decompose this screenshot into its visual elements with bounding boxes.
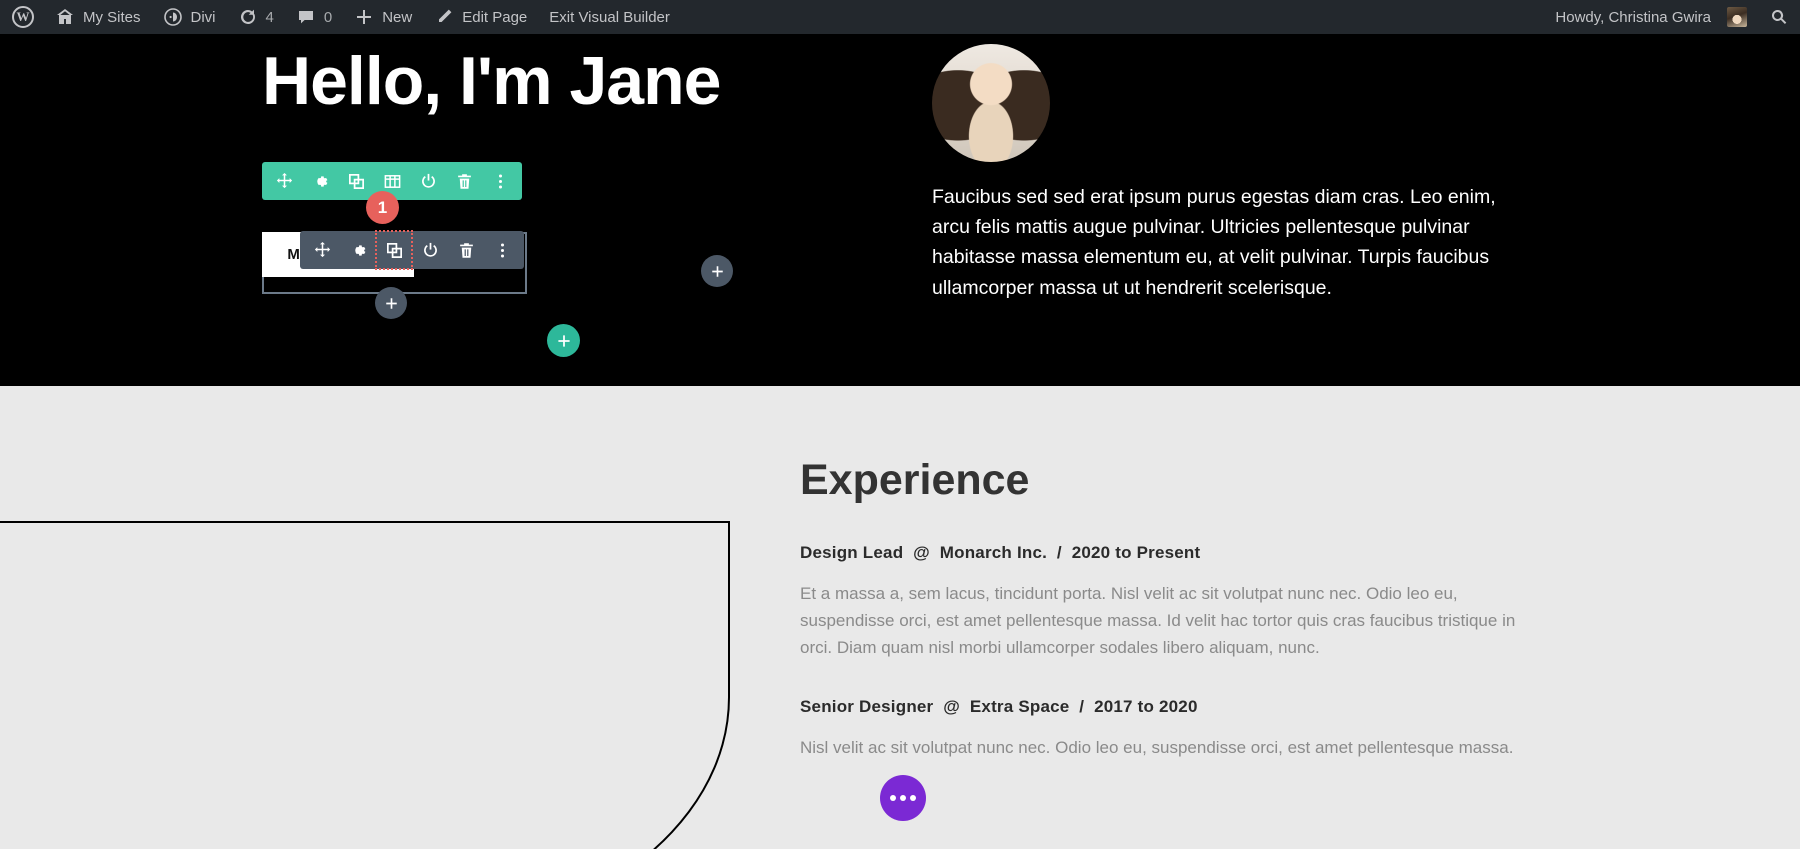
add-module-button[interactable] <box>375 287 407 319</box>
experience-entry-body: Nisl velit ac sit volutpat nunc nec. Odi… <box>800 738 1514 757</box>
decorative-outline-shape <box>0 521 730 849</box>
dot-icon <box>890 795 896 801</box>
revisions-count: 4 <box>265 8 274 26</box>
sites-icon <box>55 7 75 27</box>
adminbar-item-new[interactable]: New <box>343 0 423 34</box>
job-company: Extra Space <box>969 697 1070 716</box>
adminbar-label: Edit Page <box>462 8 528 26</box>
adminbar-item-divi[interactable]: Divi <box>152 0 227 34</box>
experience-entry-heading: Design Lead @ Monarch Inc. / 2020 to Pre… <box>800 543 1545 563</box>
adminbar-search-button[interactable] <box>1758 0 1800 34</box>
job-at-symbol: @ <box>913 543 930 562</box>
comment-icon <box>296 7 316 27</box>
add-row-button-gray[interactable] <box>701 255 733 287</box>
adminbar-my-account[interactable]: Howdy, Christina Gwira <box>1544 0 1758 34</box>
adminbar-item-revisions[interactable]: 4 <box>227 0 285 34</box>
divi-step-badge: 1 <box>366 191 399 224</box>
more-options-icon[interactable] <box>484 231 520 269</box>
duplicate-icon[interactable] <box>375 230 413 270</box>
dot-icon <box>900 795 906 801</box>
job-role: Senior Designer <box>800 697 934 716</box>
wp-admin-bar: My Sites Divi 4 0 New Edit Page Exit Vis… <box>0 0 1800 34</box>
more-options-icon[interactable] <box>482 162 518 200</box>
page-title: Hello, I'm Jane <box>262 43 721 119</box>
plus-icon <box>354 7 374 27</box>
move-row-icon[interactable] <box>266 162 302 200</box>
comments-count: 0 <box>323 8 333 26</box>
duplicate-icon[interactable] <box>338 162 374 200</box>
adminbar-right-group: Howdy, Christina Gwira <box>1544 0 1800 34</box>
hero-section: Hello, I'm Jane MY RESUME Faucibus sed s… <box>0 34 1800 386</box>
howdy-label: Howdy, Christina Gwira <box>1555 8 1711 26</box>
adminbar-label: New <box>382 8 413 26</box>
adminbar-label: Divi <box>190 8 216 26</box>
adminbar-item-edit-page[interactable]: Edit Page <box>423 0 538 34</box>
wordpress-logo-menu[interactable] <box>0 0 44 34</box>
move-module-icon[interactable] <box>304 231 340 269</box>
job-at-symbol: @ <box>943 697 961 716</box>
job-dates: 2017 to 2020 <box>1094 697 1198 716</box>
divi-module-toolbar[interactable] <box>300 230 524 270</box>
experience-entry: Design Lead @ Monarch Inc. / 2020 to Pre… <box>800 543 1545 662</box>
profile-photo <box>932 44 1050 162</box>
experience-entry-body: Et a massa a, sem lacus, tincidunt porta… <box>800 584 1516 657</box>
adminbar-item-my-sites[interactable]: My Sites <box>44 0 152 34</box>
divi-icon <box>163 7 183 27</box>
trash-icon[interactable] <box>446 162 482 200</box>
adminbar-item-comments[interactable]: 0 <box>285 0 343 34</box>
job-dates: 2020 to Present <box>1071 543 1201 562</box>
job-separator: / <box>1079 697 1085 716</box>
adminbar-label: My Sites <box>83 8 141 26</box>
adminbar-item-exit-visual-builder[interactable]: Exit Visual Builder <box>538 0 681 34</box>
experience-heading: Experience <box>800 456 1030 504</box>
revisions-icon <box>238 7 258 27</box>
search-icon <box>1769 7 1789 27</box>
add-row-button-teal[interactable] <box>547 324 580 357</box>
trash-icon[interactable] <box>448 231 484 269</box>
hero-paragraph: Faucibus sed sed erat ipsum purus egesta… <box>932 186 1496 299</box>
power-icon[interactable] <box>412 231 448 269</box>
power-icon[interactable] <box>410 162 446 200</box>
experience-entry: Senior Designer @ Extra Space / 2017 to … <box>800 697 1545 762</box>
avatar <box>1727 7 1747 27</box>
gear-icon[interactable] <box>302 162 338 200</box>
job-role: Design Lead <box>800 543 904 562</box>
more-options-floating-button[interactable] <box>880 775 926 821</box>
wordpress-icon <box>12 6 34 28</box>
adminbar-label: Exit Visual Builder <box>549 8 670 26</box>
dot-icon <box>910 795 916 801</box>
experience-entry-heading: Senior Designer @ Extra Space / 2017 to … <box>800 697 1545 717</box>
pencil-icon <box>434 7 454 27</box>
gear-icon[interactable] <box>340 231 376 269</box>
job-separator: / <box>1056 543 1062 562</box>
job-company: Monarch Inc. <box>939 543 1048 562</box>
